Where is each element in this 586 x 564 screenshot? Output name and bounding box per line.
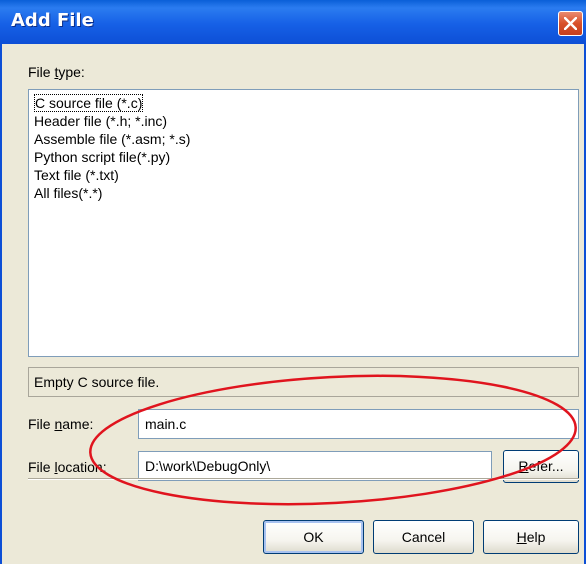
file-type-label: File type: [28,64,85,80]
ok-button[interactable]: OK [263,520,364,554]
separator [28,478,579,480]
close-button[interactable] [558,11,583,36]
close-icon [564,17,577,30]
file-type-list[interactable]: C source file (*.c) Header file (*.h; *.… [28,89,579,357]
list-item-python[interactable]: Python script file(*.py) [34,148,170,166]
file-name-label: File name: [28,416,94,432]
file-location-input[interactable]: D:\work\DebugOnly\ [138,451,492,481]
description-text: Empty C source file. [34,374,160,390]
file-type-description: Empty C source file. [28,367,579,397]
file-location-label: File location: [28,459,107,475]
list-item-assemble[interactable]: Assemble file (*.asm; *.s) [34,130,190,148]
list-item-all-files[interactable]: All files(*.*) [34,184,102,202]
window-title: Add File [11,10,94,31]
list-item-text[interactable]: Text file (*.txt) [34,166,119,184]
file-name-input[interactable]: main.c [138,409,579,439]
help-button[interactable]: Help [483,520,579,554]
list-item-c-source[interactable]: C source file (*.c) [34,94,144,112]
list-item-header[interactable]: Header file (*.h; *.inc) [34,112,167,130]
title-bar[interactable]: Add File [0,0,586,44]
cancel-button[interactable]: Cancel [373,520,474,554]
